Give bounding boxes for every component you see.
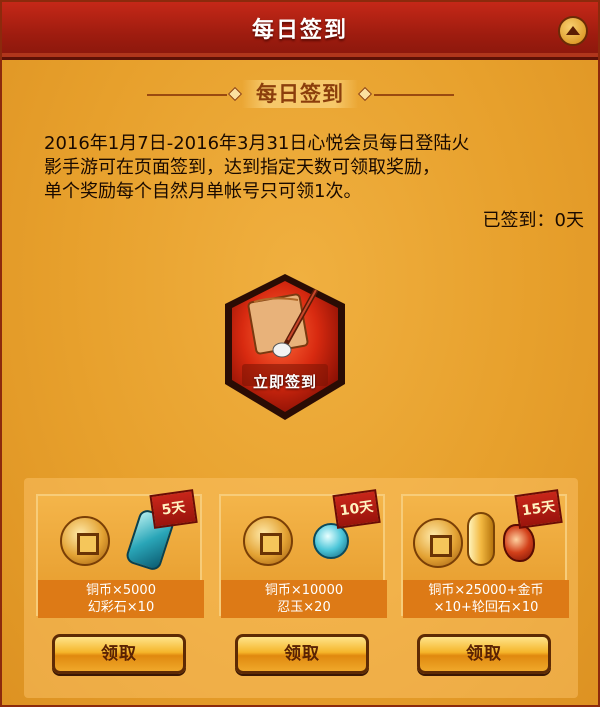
reward-card-body: 15天 铜币×25000+金币 ×10+轮回石×10: [401, 489, 569, 618]
section-title: 每日签到: [256, 82, 344, 106]
description-line: 2016年1月7日-2016年3月31日心悦会员每日登陆火: [44, 133, 470, 154]
reward-card-body: 10天 铜币×10000 忍玉×20: [219, 489, 387, 618]
reward-card-body: 5天 铜币×5000 幻彩石×10: [36, 489, 204, 618]
description-line: 影手游可在页面签到，达到指定天数可领取奖励，: [44, 157, 440, 178]
reward-card-5-days: 5天 铜币×5000 幻彩石×10 领取: [36, 489, 204, 684]
day-tag: 15天: [514, 489, 563, 535]
reward-line: 忍玉×20: [277, 600, 331, 615]
reward-card-10-days: 10天 铜币×10000 忍玉×20 领取: [219, 489, 387, 684]
sign-in-button-label: 立即签到: [252, 373, 317, 391]
reward-description: 铜币×10000 忍玉×20: [221, 580, 387, 618]
reward-description: 铜币×25000+金币 ×10+轮回石×10: [403, 580, 569, 618]
reward-line: 铜币×25000+金币: [428, 583, 544, 598]
copper-coin-icon: [243, 516, 293, 566]
chevron-up-icon: [566, 25, 580, 35]
copper-coin-icon: [413, 518, 463, 568]
gold-coin-icon: [467, 512, 495, 566]
daily-signin-panel: 每日签到 每日签到 2016年1月7日-2016年3月31日心悦会员每日登陆火 …: [0, 0, 600, 707]
sign-in-now-button[interactable]: 立即签到: [220, 272, 350, 422]
claim-button[interactable]: 领取: [235, 634, 369, 674]
panel-title: 每日签到: [251, 18, 348, 43]
collapse-button[interactable]: [558, 16, 588, 46]
signed-days-counter: 已签到：0天: [482, 210, 584, 231]
reward-line: 铜币×5000: [86, 583, 156, 598]
reward-line: ×10+轮回石×10: [433, 600, 539, 615]
section-header: 每日签到: [2, 78, 598, 110]
claim-button[interactable]: 领取: [52, 634, 186, 674]
day-tag: 5天: [149, 489, 198, 535]
reward-card-15-days: 15天 铜币×25000+金币 ×10+轮回石×10 领取: [401, 489, 569, 684]
panel-header: 每日签到: [2, 2, 598, 60]
day-tag: 10天: [332, 489, 381, 535]
event-description: 2016年1月7日-2016年3月31日心悦会员每日登陆火 影手游可在页面签到，…: [44, 132, 564, 204]
reward-line: 铜币×10000: [264, 583, 344, 598]
description-line: 单个奖励每个自然月单帐号只可领1次。: [44, 181, 362, 202]
copper-coin-icon: [60, 516, 110, 566]
reward-line: 幻彩石×10: [87, 600, 155, 615]
claim-button[interactable]: 领取: [417, 634, 551, 674]
sign-in-badge-icon: [225, 274, 345, 420]
reward-description: 铜币×5000 幻彩石×10: [38, 580, 204, 618]
